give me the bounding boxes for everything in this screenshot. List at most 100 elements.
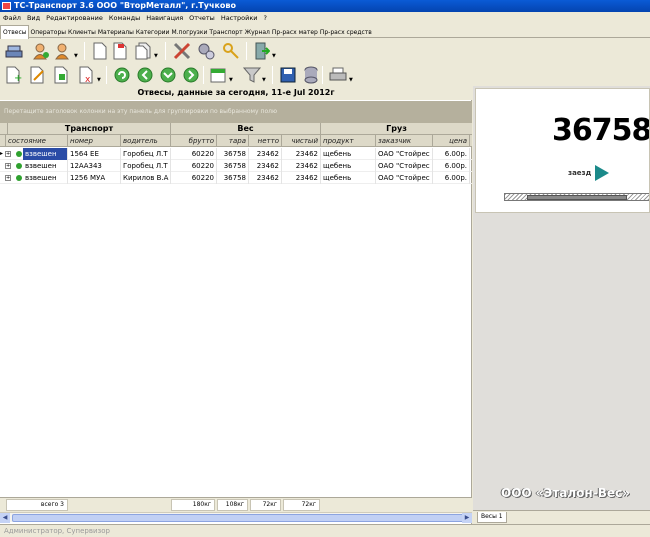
cell-tara[interactable]: 36758 bbox=[217, 172, 249, 184]
save-icon[interactable] bbox=[278, 65, 298, 85]
cell-price[interactable]: 6.00р. bbox=[433, 172, 470, 184]
column-brutto[interactable]: брутто bbox=[171, 135, 217, 147]
column-price[interactable]: цена bbox=[433, 135, 470, 147]
band-weight[interactable]: Вес bbox=[171, 123, 321, 135]
cell-price[interactable]: 6.00р. bbox=[433, 160, 470, 172]
tab-funds-flow[interactable]: Пр-расх средств bbox=[319, 26, 373, 39]
tools-icon[interactable] bbox=[172, 41, 192, 61]
forward-icon[interactable] bbox=[181, 65, 201, 85]
cell-tara[interactable]: 36758 bbox=[217, 148, 249, 160]
menu-file[interactable]: Файл bbox=[0, 12, 24, 25]
expand-icon[interactable]: + bbox=[5, 151, 11, 157]
print-icon[interactable] bbox=[328, 65, 348, 85]
tab-operators[interactable]: Операторы bbox=[29, 26, 67, 39]
cell-status[interactable]: взвешен bbox=[23, 160, 68, 172]
tab-scales-1[interactable]: Весы 1 bbox=[477, 512, 507, 523]
cell-tara[interactable]: 36758 bbox=[217, 160, 249, 172]
cell-status[interactable]: взвешен bbox=[23, 172, 68, 184]
cell-customer[interactable]: ОАО "Стойрес bbox=[376, 148, 433, 160]
add-icon[interactable] bbox=[52, 65, 72, 85]
cell-driver[interactable]: Кирилов В.А bbox=[121, 172, 171, 184]
chevron-down-icon[interactable]: ▼ bbox=[97, 77, 101, 83]
cell-brutto[interactable]: 60220 bbox=[171, 172, 217, 184]
chevron-down-icon[interactable]: ▼ bbox=[272, 53, 276, 59]
user-icon[interactable] bbox=[53, 41, 73, 61]
menu-commands[interactable]: Команды bbox=[106, 12, 143, 25]
calendar-icon[interactable] bbox=[208, 65, 228, 85]
menu-navigation[interactable]: Навигация bbox=[143, 12, 186, 25]
chevron-down-icon[interactable]: ▼ bbox=[74, 53, 78, 59]
chevron-down-icon[interactable]: ▼ bbox=[154, 53, 158, 59]
column-number[interactable]: номер bbox=[68, 135, 121, 147]
cell-clean[interactable]: 23462 bbox=[282, 148, 321, 160]
cell-brutto[interactable]: 60220 bbox=[171, 160, 217, 172]
cell-netto[interactable]: 23462 bbox=[249, 160, 282, 172]
filter-icon[interactable] bbox=[242, 65, 262, 85]
scrollbar-thumb[interactable] bbox=[12, 514, 464, 522]
scroll-left-icon[interactable]: ◀ bbox=[0, 513, 10, 523]
column-driver[interactable]: водитель bbox=[121, 135, 171, 147]
back-icon[interactable] bbox=[135, 65, 155, 85]
chevron-down-icon[interactable]: ▼ bbox=[262, 77, 266, 83]
expand-icon[interactable]: + bbox=[5, 163, 11, 169]
column-customer[interactable]: заказчик bbox=[376, 135, 433, 147]
cell-number[interactable]: 12АА343 bbox=[68, 160, 121, 172]
expand-icon[interactable]: + bbox=[5, 175, 11, 181]
cell-netto[interactable]: 23462 bbox=[249, 172, 282, 184]
cell-number[interactable]: 1256 МУА bbox=[68, 172, 121, 184]
cell-clean[interactable]: 23462 bbox=[282, 160, 321, 172]
cell-brutto[interactable]: 60220 bbox=[171, 148, 217, 160]
tab-materials[interactable]: Материалы bbox=[97, 26, 135, 39]
new-icon[interactable]: + bbox=[4, 65, 24, 85]
cell-netto[interactable]: 23462 bbox=[249, 148, 282, 160]
edit-icon[interactable] bbox=[28, 65, 48, 85]
tab-categories[interactable]: Категории bbox=[135, 26, 171, 39]
cell-customer[interactable]: ОАО "Стойрес bbox=[376, 160, 433, 172]
cell-clean[interactable]: 23462 bbox=[282, 172, 321, 184]
chevron-down-icon[interactable]: ▼ bbox=[229, 77, 233, 83]
horizontal-scrollbar[interactable]: ◀ ▶ bbox=[0, 512, 472, 523]
column-tara[interactable]: тара bbox=[217, 135, 249, 147]
tab-transport[interactable]: Транспорт bbox=[208, 26, 243, 39]
documents-icon[interactable] bbox=[134, 41, 154, 61]
column-netto[interactable]: нетто bbox=[249, 135, 282, 147]
gears-icon[interactable] bbox=[196, 41, 216, 61]
tab-weighings[interactable]: Отвесы bbox=[0, 25, 30, 39]
column-status[interactable]: состояние bbox=[6, 135, 68, 147]
cell-status[interactable]: взвешен bbox=[23, 148, 68, 160]
database-icon[interactable] bbox=[301, 65, 321, 85]
tab-loading-places[interactable]: М.погрузки bbox=[170, 26, 208, 39]
document-edit-icon[interactable] bbox=[111, 41, 131, 61]
tab-material-flow[interactable]: Пр-расх матер bbox=[271, 26, 319, 39]
cell-product[interactable]: щебень bbox=[321, 148, 376, 160]
scroll-right-icon[interactable]: ▶ bbox=[462, 513, 472, 523]
cell-driver[interactable]: Горобец Л.Т bbox=[121, 148, 171, 160]
cell-price[interactable]: 6.00р. bbox=[433, 148, 470, 160]
menu-reports[interactable]: Отчеты bbox=[186, 12, 218, 25]
table-row[interactable]: + взвешен 12АА343 Горобец Л.Т 60220 3675… bbox=[0, 160, 472, 172]
delete-icon[interactable]: x bbox=[77, 65, 97, 85]
column-product[interactable]: продукт bbox=[321, 135, 376, 147]
column-clean[interactable]: чистый bbox=[282, 135, 321, 147]
scales-icon[interactable] bbox=[4, 41, 24, 61]
cell-driver[interactable]: Горобец Л.Т bbox=[121, 160, 171, 172]
tab-clients[interactable]: Клиенты bbox=[67, 26, 97, 39]
menu-edit[interactable]: Редактирование bbox=[43, 12, 106, 25]
band-transport[interactable]: Транспорт bbox=[8, 123, 171, 135]
cell-product[interactable]: щебень bbox=[321, 172, 376, 184]
down-icon[interactable] bbox=[158, 65, 178, 85]
menu-view[interactable]: Вид bbox=[24, 12, 43, 25]
cell-number[interactable]: 1564 ЕЕ bbox=[68, 148, 121, 160]
document-icon[interactable] bbox=[90, 41, 110, 61]
exit-icon[interactable] bbox=[252, 41, 272, 61]
band-cargo[interactable]: Груз bbox=[321, 123, 472, 135]
chevron-down-icon[interactable]: ▼ bbox=[349, 77, 353, 83]
table-row[interactable]: ▸ + взвешен 1564 ЕЕ Горобец Л.Т 60220 36… bbox=[0, 148, 472, 160]
table-row[interactable]: + взвешен 1256 МУА Кирилов В.А 60220 367… bbox=[0, 172, 472, 184]
refresh-icon[interactable] bbox=[112, 65, 132, 85]
menu-settings[interactable]: Настройки bbox=[218, 12, 261, 25]
group-by-panel[interactable]: Перетащите заголовок колонки на эту пане… bbox=[0, 101, 472, 123]
cell-customer[interactable]: ОАО "Стойрес bbox=[376, 172, 433, 184]
key-icon[interactable] bbox=[221, 41, 241, 61]
tab-journal[interactable]: Журнал bbox=[244, 26, 271, 39]
